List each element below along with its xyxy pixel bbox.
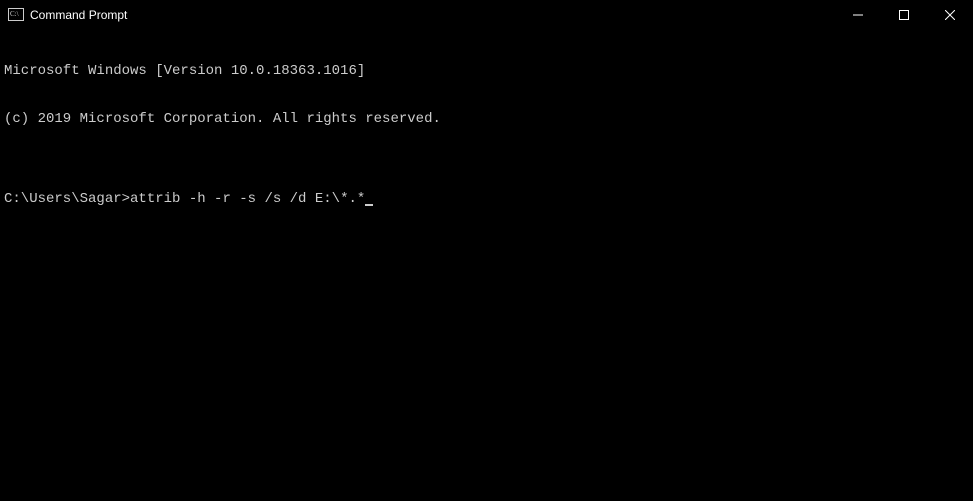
command-input[interactable]: attrib -h -r -s /s /d E:\*.* bbox=[130, 191, 365, 207]
titlebar: C:\ Command Prompt bbox=[0, 0, 973, 30]
minimize-button[interactable] bbox=[835, 0, 881, 30]
terminal-output[interactable]: Microsoft Windows [Version 10.0.18363.10… bbox=[0, 30, 973, 224]
cursor bbox=[365, 204, 373, 206]
prompt-line: C:\Users\Sagar>attrib -h -r -s /s /d E:\… bbox=[4, 191, 969, 207]
version-line: Microsoft Windows [Version 10.0.18363.10… bbox=[4, 63, 969, 79]
maximize-button[interactable] bbox=[881, 0, 927, 30]
close-button[interactable] bbox=[927, 0, 973, 30]
window-title: Command Prompt bbox=[30, 8, 127, 22]
command-prompt-icon: C:\ bbox=[8, 7, 24, 23]
prompt-path: C:\Users\Sagar> bbox=[4, 191, 130, 207]
svg-text:C:\: C:\ bbox=[10, 10, 19, 18]
window-controls bbox=[835, 0, 973, 30]
copyright-line: (c) 2019 Microsoft Corporation. All righ… bbox=[4, 111, 969, 127]
